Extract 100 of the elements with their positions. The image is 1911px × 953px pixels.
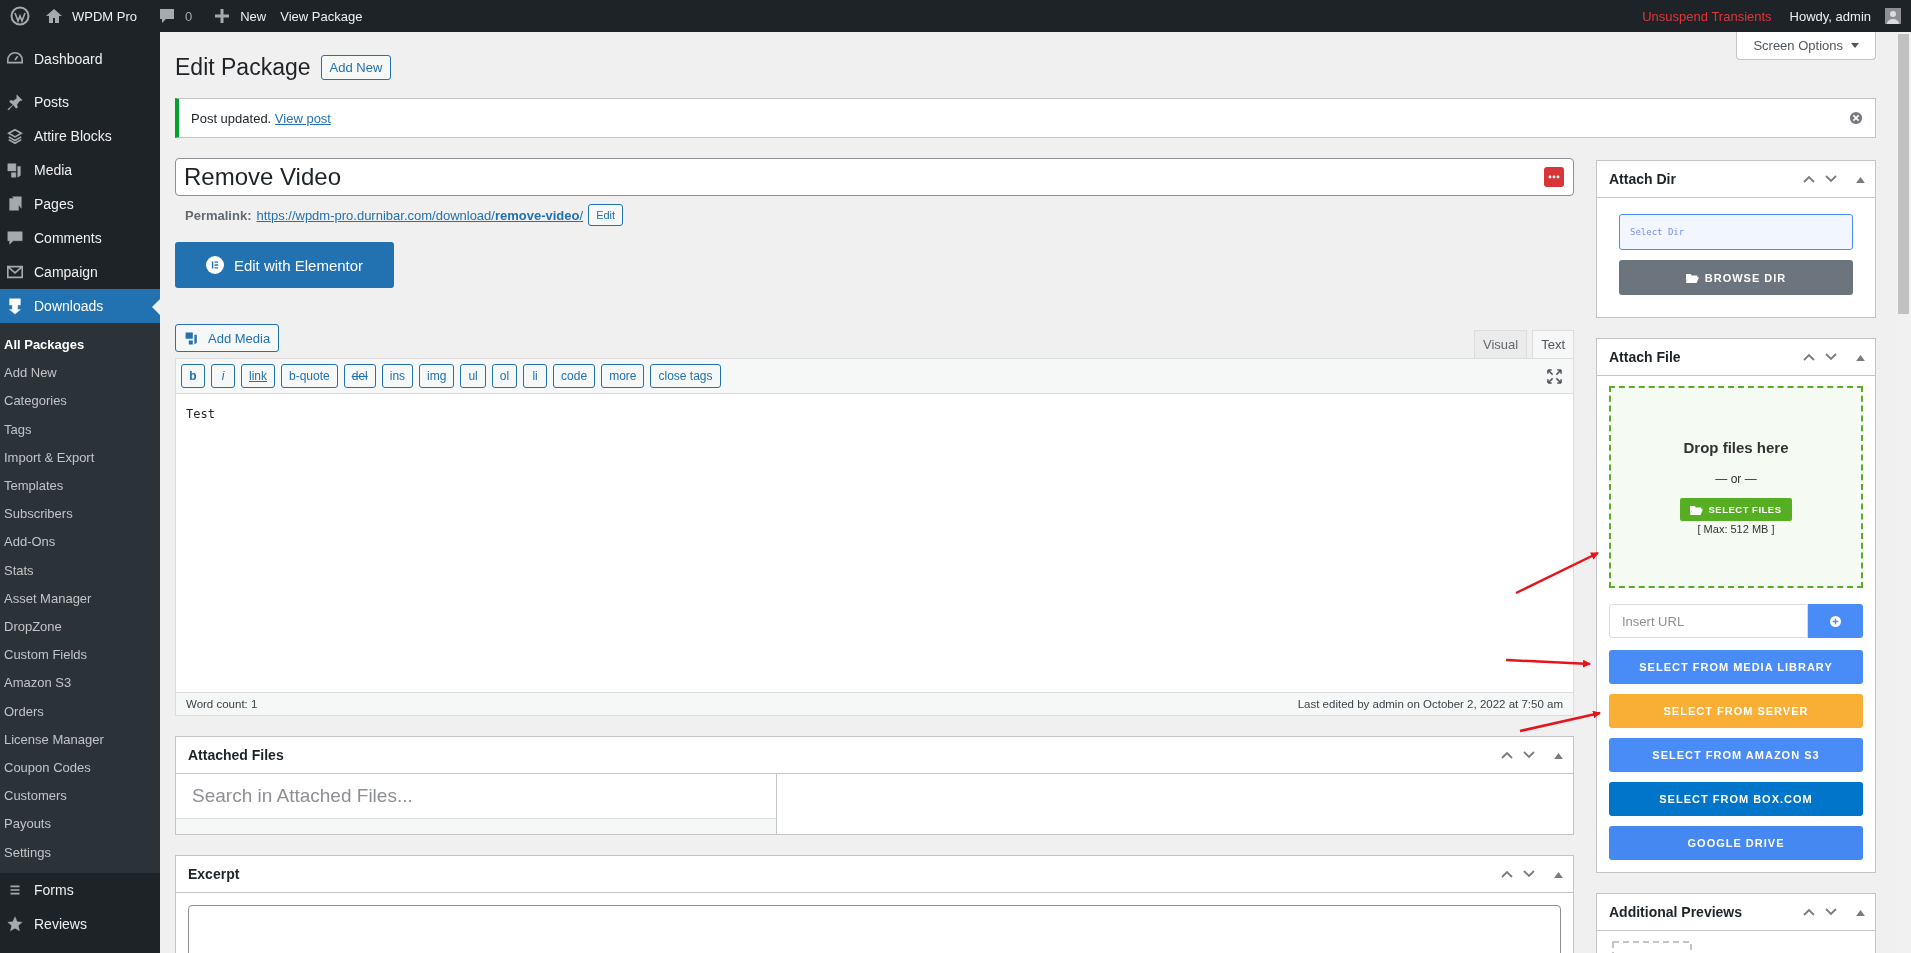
- menu-item[interactable]: Pages: [0, 187, 160, 221]
- menu-item[interactable]: Media: [0, 153, 160, 187]
- new-link[interactable]: New: [240, 8, 267, 24]
- select-dir-field[interactable]: Select Dir: [1619, 214, 1853, 250]
- content-text: Test: [186, 407, 215, 421]
- submenu-item[interactable]: Payouts: [0, 810, 160, 839]
- file-source-button[interactable]: SELECT FROM BOX.COM: [1609, 782, 1863, 816]
- howdy-link[interactable]: Howdy, admin: [1789, 8, 1871, 24]
- menu-item[interactable]: Comments: [0, 221, 160, 255]
- add-new-button[interactable]: Add New: [320, 54, 392, 80]
- title-input-field[interactable]: Remove Video: [175, 158, 1574, 196]
- format-button[interactable]: ins: [381, 364, 414, 388]
- pages-icon: [6, 195, 24, 213]
- envelope-icon: [6, 263, 24, 281]
- editor-tab[interactable]: Text: [1532, 330, 1574, 358]
- submenu-item[interactable]: Coupon Codes: [0, 754, 160, 783]
- speech-bubble-icon[interactable]: [157, 6, 177, 26]
- menu-item[interactable]: Posts: [0, 85, 160, 119]
- permalink-label: Permalink:: [185, 207, 252, 223]
- format-button[interactable]: link: [241, 364, 275, 388]
- drop-files-text: Drop files here: [1683, 439, 1789, 456]
- submenu-item[interactable]: Asset Manager: [0, 584, 160, 614]
- format-button[interactable]: close tags: [650, 364, 721, 388]
- caret-icon: [1851, 43, 1859, 48]
- download-icon: [6, 297, 24, 315]
- format-button[interactable]: code: [553, 364, 596, 388]
- max-size-text: [ Max: 512 MB ]: [1697, 523, 1775, 535]
- panel-title: Additional Previews: [1609, 904, 1743, 920]
- folder-icon: [1685, 272, 1699, 283]
- unsuspend-transients-link[interactable]: Unsuspend Transients: [1642, 8, 1772, 24]
- submenu-item[interactable]: Amazon S3: [0, 669, 160, 698]
- collapse-icon[interactable]: [1856, 353, 1865, 361]
- collapse-icon[interactable]: [1554, 751, 1563, 759]
- media-icon: [184, 330, 200, 346]
- edit-permalink-button[interactable]: Edit: [588, 204, 624, 226]
- submenu-item[interactable]: License Manager: [0, 725, 160, 755]
- submenu-item[interactable]: Settings: [0, 838, 160, 867]
- editor-tab[interactable]: Visual: [1473, 330, 1528, 358]
- format-button[interactable]: ul: [460, 364, 486, 388]
- format-button[interactable]: ol: [491, 364, 518, 388]
- layers-icon: [6, 127, 24, 145]
- format-button[interactable]: b-quote: [281, 364, 338, 388]
- more-dots-icon[interactable]: [1544, 167, 1564, 187]
- submenu-item[interactable]: Custom Fields: [0, 641, 160, 670]
- submenu-item[interactable]: Categories: [0, 387, 160, 416]
- wordpress-logo-icon[interactable]: [10, 6, 30, 26]
- last-edited-text: Last edited by admin on October 2, 2022 at 7:50 am: [1297, 698, 1563, 710]
- menu-item[interactable]: Downloads: [0, 289, 160, 323]
- submenu-item[interactable]: Subscribers: [0, 500, 160, 529]
- drop-zone[interactable]: Drop files here — or — SELECT FILES [ Max: 512 MB ]: [1609, 386, 1863, 588]
- format-button[interactable]: b: [181, 364, 205, 388]
- plus-circle-icon: [1830, 615, 1841, 627]
- fullscreen-icon[interactable]: [1547, 368, 1562, 384]
- word-count: Word count: 1: [186, 698, 258, 710]
- avatar-icon[interactable]: [1885, 8, 1901, 24]
- screen-options-button[interactable]: Screen Options: [1736, 32, 1876, 60]
- view-package-link[interactable]: View Package: [280, 8, 363, 24]
- site-name-link[interactable]: WPDM Pro: [72, 8, 137, 24]
- format-button[interactable]: img: [419, 364, 455, 388]
- submenu-item[interactable]: Import & Export: [0, 443, 160, 472]
- insert-url-field[interactable]: Insert URL: [1609, 604, 1808, 638]
- edit-with-elementor-button[interactable]: Edit with Elementor: [175, 242, 394, 288]
- star-icon: [6, 914, 24, 933]
- collapse-icon[interactable]: [1554, 870, 1563, 878]
- submenu-item[interactable]: Add-Ons: [0, 528, 160, 557]
- folder-icon: [1690, 504, 1704, 515]
- submenu-item[interactable]: Orders: [0, 697, 160, 726]
- add-url-button[interactable]: [1808, 604, 1863, 638]
- menu-item[interactable]: Campaign: [0, 255, 160, 289]
- permalink-link[interactable]: https://wpdm-pro.durnibar.com/download/remove-video/: [256, 207, 584, 223]
- browse-dir-button[interactable]: BROWSE DIR: [1619, 260, 1853, 295]
- page-title: Edit Package: [175, 53, 311, 81]
- format-button[interactable]: del: [343, 364, 376, 388]
- format-button[interactable]: more: [601, 364, 645, 388]
- submenu-item[interactable]: Tags: [0, 415, 160, 444]
- format-button[interactable]: i: [211, 364, 235, 388]
- menu-item[interactable]: Attire Blocks: [0, 119, 160, 153]
- notice-text: Post updated. View post: [191, 110, 331, 126]
- content-text-area[interactable]: Test: [176, 394, 1573, 692]
- panel-title: Attach Dir: [1609, 171, 1676, 187]
- add-media-button[interactable]: Add Media: [175, 324, 280, 352]
- or-separator: — or —: [1715, 472, 1757, 486]
- format-button[interactable]: li: [523, 364, 548, 388]
- collapse-icon[interactable]: [1856, 908, 1865, 916]
- home-icon[interactable]: [44, 6, 64, 26]
- submenu-item[interactable]: Templates: [0, 472, 160, 501]
- view-post-link[interactable]: View post: [274, 110, 331, 126]
- submenu-item[interactable]: Add New: [0, 359, 160, 388]
- panel-title: Attach File: [1609, 349, 1681, 365]
- submenu-item[interactable]: All Packages: [0, 331, 160, 360]
- speech-bubble-icon: [6, 229, 24, 247]
- close-icon[interactable]: [1849, 111, 1863, 125]
- submenu-item[interactable]: Customers: [0, 782, 160, 811]
- submenu-item[interactable]: Stats: [0, 556, 160, 585]
- media-icon: [6, 161, 24, 179]
- menu-item[interactable]: Forms: [0, 872, 160, 907]
- menu-item[interactable]: Reviews: [0, 906, 160, 941]
- collapse-icon[interactable]: [1856, 175, 1865, 183]
- menu-item[interactable]: Dashboard: [0, 42, 160, 76]
- submenu-item[interactable]: DropZone: [0, 613, 160, 642]
